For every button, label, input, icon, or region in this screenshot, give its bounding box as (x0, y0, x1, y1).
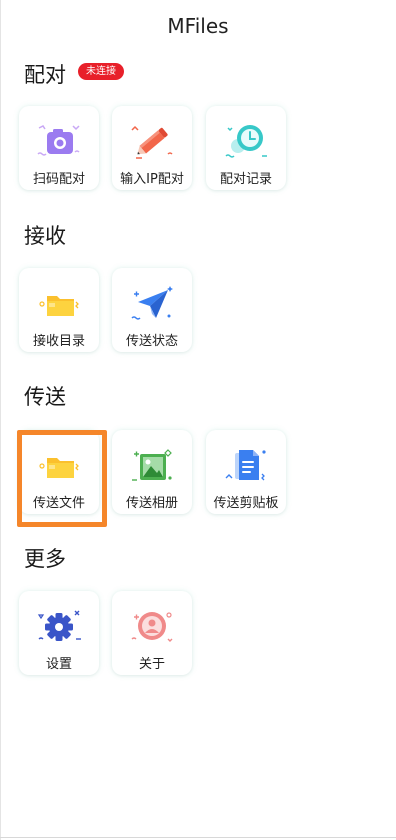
app-title: MFiles (167, 14, 229, 38)
bottom-divider (0, 837, 396, 838)
pair-history-button[interactable]: 配对记录 (206, 106, 286, 190)
about-button[interactable]: 关于 (112, 591, 192, 675)
send-clipboard-label: 传送剪贴板 (213, 496, 279, 511)
folder-icon (35, 282, 83, 326)
paper-plane-icon (128, 282, 176, 326)
camera-scan-icon (35, 120, 83, 164)
user-circle-icon (128, 605, 176, 649)
window-left-edge (0, 0, 1, 840)
transfer-status-button[interactable]: 传送状态 (112, 268, 192, 352)
scan-pair-button[interactable]: 扫码配对 (19, 106, 99, 190)
clock-history-icon (222, 120, 270, 164)
ip-pair-label: 输入IP配对 (120, 172, 184, 187)
section-title-more: 更多 (24, 547, 66, 571)
section-title-send: 传送 (24, 385, 66, 409)
send-album-label: 传送相册 (125, 496, 178, 511)
send-album-button[interactable]: 传送相册 (112, 430, 192, 514)
settings-button[interactable]: 设置 (19, 591, 99, 675)
pair-history-label: 配对记录 (219, 172, 272, 187)
receive-folder-button[interactable]: 接收目录 (19, 268, 99, 352)
section-title-pair: 配对 (24, 63, 66, 87)
ip-pair-button[interactable]: 输入IP配对 (112, 106, 192, 190)
document-icon (222, 444, 270, 488)
image-icon (128, 444, 176, 488)
scan-pair-label: 扫码配对 (32, 172, 85, 187)
connection-status-badge: 未连接 (78, 63, 124, 80)
section-title-receive: 接收 (24, 224, 66, 248)
receive-folder-label: 接收目录 (32, 334, 85, 349)
send-clipboard-button[interactable]: 传送剪贴板 (206, 430, 286, 514)
settings-label: 设置 (45, 657, 72, 672)
gear-icon (35, 605, 83, 649)
about-label: 关于 (138, 657, 165, 672)
transfer-status-label: 传送状态 (125, 334, 178, 349)
selection-highlight (17, 430, 107, 527)
pencil-icon (128, 120, 176, 164)
